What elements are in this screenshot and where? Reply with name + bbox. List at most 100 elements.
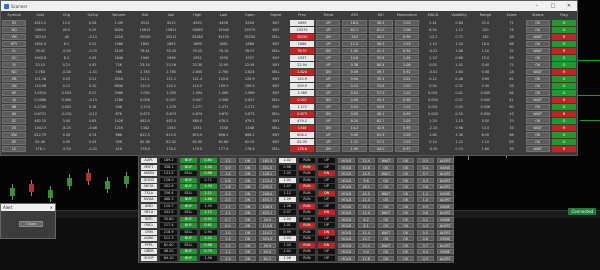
column-header[interactable]: RSI bbox=[368, 12, 394, 19]
symbol-button[interactable]: PYPL bbox=[140, 242, 158, 248]
symbol-button[interactable]: SHOP bbox=[140, 255, 158, 261]
column-header[interactable]: Last bbox=[27, 12, 53, 19]
close-icon[interactable]: ✕ bbox=[50, 204, 53, 211]
table-cell: 23.14 bbox=[140, 63, 150, 67]
table-cell[interactable]: WAIT bbox=[525, 125, 550, 131]
table-cell[interactable]: OK bbox=[525, 62, 550, 68]
symbol-button[interactable]: ES bbox=[2, 20, 27, 26]
table-cell: 58 bbox=[509, 84, 514, 88]
column-header[interactable]: Flag bbox=[551, 12, 577, 19]
table-cell[interactable]: WAIT bbox=[525, 111, 550, 117]
table-cell: ON bbox=[239, 229, 256, 235]
table-cell: 295.2 bbox=[259, 184, 276, 189]
table-cell[interactable]: OK bbox=[525, 104, 550, 110]
table-cell[interactable]: OK bbox=[525, 55, 550, 61]
column-header[interactable]: Score bbox=[498, 12, 524, 19]
symbol-button[interactable]: INTC bbox=[140, 216, 158, 222]
symbol-button[interactable]: 6A bbox=[2, 111, 27, 117]
table-cell[interactable]: WAIT bbox=[525, 48, 550, 54]
column-header[interactable]: Momentum bbox=[394, 12, 420, 19]
column-header[interactable]: ATR bbox=[341, 12, 367, 19]
symbol-button[interactable]: AMZN bbox=[140, 171, 158, 176]
column-header[interactable]: High bbox=[184, 12, 210, 19]
symbol-button[interactable]: ZC bbox=[2, 118, 27, 124]
symbol-button[interactable]: CL bbox=[2, 48, 27, 54]
symbol-button[interactable]: AAPL bbox=[140, 158, 158, 163]
symbol-button[interactable]: NQ bbox=[2, 27, 27, 33]
column-header[interactable]: Status bbox=[525, 12, 551, 19]
symbol-button[interactable]: SI bbox=[2, 62, 27, 68]
symbol-button[interactable]: GC bbox=[2, 55, 27, 61]
column-header[interactable]: Symbol bbox=[1, 12, 27, 19]
table-cell[interactable]: OK bbox=[525, 90, 550, 96]
column-header[interactable]: Bid bbox=[132, 12, 158, 19]
table-cell[interactable]: OK bbox=[525, 118, 550, 124]
symbol-button[interactable]: ADBE bbox=[140, 236, 158, 241]
column-header[interactable]: Open bbox=[237, 12, 263, 19]
table-cell[interactable]: WAIT bbox=[525, 69, 550, 75]
column-header[interactable]: Low bbox=[210, 12, 236, 19]
symbol-button[interactable]: HE bbox=[2, 139, 27, 145]
symbol-button[interactable]: LE bbox=[2, 146, 27, 152]
column-header[interactable]: Trend bbox=[315, 12, 341, 19]
table-cell: 1.2745 bbox=[34, 105, 47, 109]
table-cell[interactable]: OK bbox=[525, 76, 550, 82]
table-cell: 61 bbox=[509, 77, 514, 81]
symbol-button[interactable]: NFLX bbox=[140, 210, 158, 215]
symbol-button[interactable]: TSLA bbox=[140, 190, 158, 196]
symbol-button[interactable]: AMD bbox=[140, 203, 158, 209]
table-cell: BUY bbox=[272, 119, 280, 123]
minimize-icon[interactable]: – bbox=[529, 1, 545, 11]
symbol-button[interactable]: 6B bbox=[2, 104, 27, 110]
table-cell: HOLD bbox=[338, 197, 355, 202]
symbol-button[interactable]: GOOG bbox=[140, 177, 158, 183]
table-cell: 14.2 bbox=[342, 125, 367, 131]
symbol-button[interactable]: MSFT bbox=[140, 164, 158, 170]
symbol-button[interactable]: RTY bbox=[2, 41, 27, 47]
close-icon[interactable]: ✕ bbox=[561, 1, 577, 11]
alert-dialog-button[interactable]: Close bbox=[19, 221, 43, 227]
table-cell: RUN bbox=[298, 255, 316, 261]
symbol-button[interactable]: CRM bbox=[140, 229, 158, 235]
column-header[interactable]: MACD bbox=[420, 12, 446, 19]
column-header[interactable]: %Chg bbox=[80, 12, 106, 19]
column-header[interactable]: Volume bbox=[106, 12, 132, 19]
table-cell: 4520 bbox=[193, 21, 202, 25]
symbol-button[interactable]: UBER bbox=[140, 249, 158, 254]
column-header[interactable]: Prev bbox=[289, 12, 315, 19]
table-cell[interactable]: OK bbox=[525, 132, 550, 138]
symbol-button[interactable]: YM bbox=[2, 34, 27, 40]
table-cell[interactable]: WAIT bbox=[525, 146, 550, 152]
table-cell[interactable]: OK bbox=[525, 83, 550, 89]
column-header[interactable]: Signal bbox=[263, 12, 289, 19]
symbol-button[interactable]: ZB bbox=[2, 76, 27, 82]
maximize-icon[interactable]: □ bbox=[545, 1, 561, 11]
table-cell: BUY bbox=[272, 21, 280, 25]
table-cell: 4499 bbox=[290, 20, 315, 26]
table-cell[interactable]: OK bbox=[525, 20, 550, 26]
symbol-button[interactable]: ZW bbox=[2, 132, 27, 138]
symbol-button[interactable]: 6J bbox=[2, 97, 27, 103]
symbol-button[interactable]: 6E bbox=[2, 90, 27, 96]
table-cell: 109.9 bbox=[218, 84, 229, 88]
table-cell: BUY bbox=[180, 177, 197, 183]
column-header[interactable]: Volatility bbox=[446, 12, 472, 19]
table-cell[interactable]: WAIT bbox=[525, 34, 550, 40]
table-cell[interactable]: OK bbox=[525, 139, 550, 145]
symbol-button[interactable]: META bbox=[140, 184, 158, 189]
table-cell[interactable]: OK bbox=[525, 41, 550, 47]
column-header[interactable]: Range bbox=[472, 12, 498, 19]
symbol-button[interactable]: ORCL bbox=[140, 223, 158, 228]
table-cell: 1342 bbox=[140, 126, 150, 130]
table-cell[interactable]: OK bbox=[525, 27, 550, 33]
table-cell: 0.43 bbox=[88, 140, 97, 144]
column-header[interactable]: Ask bbox=[158, 12, 184, 19]
column-header[interactable]: Chg bbox=[53, 12, 79, 19]
symbol-button[interactable]: NG bbox=[2, 69, 27, 75]
symbol-button[interactable]: NVDA bbox=[140, 197, 158, 202]
candle bbox=[124, 176, 129, 184]
table-cell: 0.4 bbox=[417, 249, 434, 254]
symbol-button[interactable]: ZN bbox=[2, 83, 27, 89]
symbol-button[interactable]: ZS bbox=[2, 125, 27, 131]
table-cell[interactable]: WAIT bbox=[525, 97, 550, 103]
